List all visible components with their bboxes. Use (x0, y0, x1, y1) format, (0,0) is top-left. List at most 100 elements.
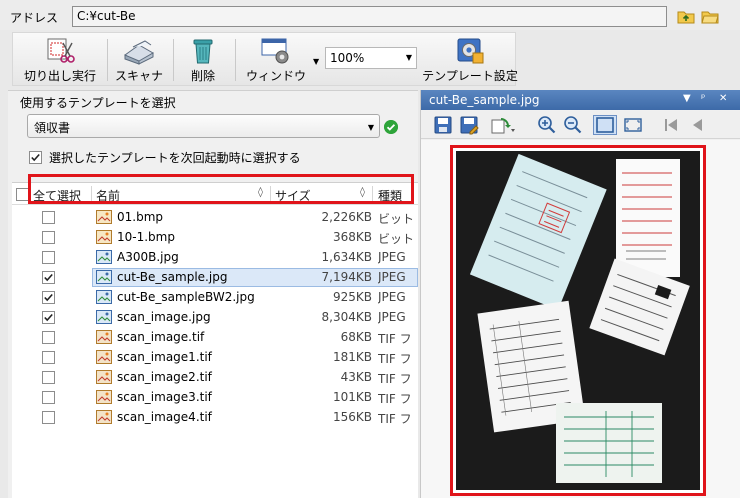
file-size: 2,226KB (321, 210, 372, 224)
file-row[interactable]: scan_image.tif 68KB TIF フ (12, 327, 418, 347)
previous-page-icon[interactable] (687, 115, 707, 135)
file-row-checkbox[interactable] (42, 211, 55, 224)
file-row[interactable]: scan_image.jpg 8,304KB JPEG (12, 307, 418, 327)
scanner-icon (124, 40, 154, 65)
file-row-checkbox[interactable] (42, 291, 55, 304)
file-row-checkbox[interactable] (42, 391, 55, 404)
file-row[interactable]: scan_image2.tif 43KB TIF フ (12, 367, 418, 387)
file-type: ビット (378, 212, 415, 226)
pin-icon[interactable]: ᵖ (701, 93, 705, 104)
fit-page-icon[interactable] (593, 115, 617, 135)
panel-menu-icon[interactable]: ▼ (683, 93, 691, 104)
save-icon[interactable] (433, 115, 453, 135)
template-group: 使用するテンプレートを選択 領収書 ▼ 選択したテンプレートを次回起動時に選択す… (8, 90, 418, 176)
file-type: JPEG (378, 290, 406, 304)
zoom-select[interactable]: 100% ▼ (325, 47, 417, 69)
preview-title-bar: cut-Be_sample.jpg ▼ ᵖ ✕ (421, 90, 740, 110)
file-name: cut-Be_sample.jpg (117, 270, 228, 284)
toolbar-divider (235, 39, 236, 81)
bmp-file-icon (96, 230, 112, 244)
remember-template-checkbox[interactable] (29, 151, 42, 164)
file-row[interactable]: 01.bmp 2,226KB ビット (12, 207, 418, 227)
file-size: 1,634KB (321, 250, 372, 264)
file-type: TIF フ (378, 352, 412, 366)
template-settings-icon (457, 38, 484, 64)
template-settings-button[interactable]: テンプレート設定 (422, 33, 518, 85)
first-page-icon[interactable] (661, 115, 681, 135)
bmp-file-icon (96, 210, 112, 224)
file-row[interactable]: A300B.jpg 1,634KB JPEG (12, 247, 418, 267)
file-row[interactable]: 10-1.bmp 368KB ビット (12, 227, 418, 247)
file-row[interactable]: cut-Be_sampleBW2.jpg 925KB JPEG (12, 287, 418, 307)
cut-scissors-icon (47, 38, 75, 63)
file-row[interactable]: scan_image1.tif 181KB TIF フ (12, 347, 418, 367)
file-size: 8,304KB (321, 310, 372, 324)
window-button[interactable]: ウィンドウ (241, 33, 311, 85)
scanner-label: スキャナ (114, 69, 163, 83)
file-size: 101KB (332, 390, 372, 404)
file-row[interactable]: scan_image4.tif 156KB TIF フ (12, 407, 418, 427)
file-type: TIF フ (378, 392, 412, 406)
file-row[interactable]: scan_image3.tif 101KB TIF フ (12, 387, 418, 407)
preview-panel: cut-Be_sample.jpg ▼ ᵖ ✕ (420, 90, 740, 498)
folder-up-icon[interactable] (677, 8, 695, 24)
file-type: ビット (378, 232, 415, 246)
file-row-checkbox[interactable] (42, 331, 55, 344)
jpeg-file-icon (96, 290, 112, 304)
file-type: TIF フ (378, 372, 412, 386)
file-name: cut-Be_sampleBW2.jpg (117, 290, 255, 304)
file-type: TIF フ (378, 412, 412, 426)
left-panel: 使用するテンプレートを選択 領収書 ▼ 選択したテンプレートを次回起動時に選択す… (8, 90, 418, 498)
file-row[interactable]: cut-Be_sample.jpg 7,194KB JPEG (12, 267, 418, 287)
zoom-out-icon[interactable] (563, 115, 583, 135)
fit-width-icon[interactable] (623, 115, 643, 135)
jpeg-file-icon (96, 250, 112, 264)
save-as-icon[interactable] (459, 115, 479, 135)
jpeg-file-icon (96, 310, 112, 324)
tif-file-icon (96, 370, 112, 384)
scanner-button[interactable]: スキャナ (111, 33, 167, 85)
file-type: TIF フ (378, 332, 412, 346)
cut-execute-label: 切り出し実行 (23, 69, 96, 83)
address-input[interactable]: C:¥cut-Be (72, 6, 667, 27)
file-list: 全て選択 名前 ◊ サイズ ◊ 種類 01.bmp 2,226KB ビット 10-1.… (12, 182, 418, 498)
file-row-checkbox[interactable] (42, 371, 55, 384)
file-size: 7,194KB (321, 270, 372, 284)
address-bar: アドレス C:¥cut-Be (0, 0, 740, 30)
template-settings-label: テンプレート設定 (422, 69, 518, 83)
zoom-in-icon[interactable] (537, 115, 557, 135)
file-row-checkbox[interactable] (42, 251, 55, 264)
preview-title: cut-Be_sample.jpg (429, 93, 540, 107)
file-row-checkbox[interactable] (42, 311, 55, 324)
file-name: scan_image3.tif (117, 390, 212, 404)
trash-icon (193, 39, 213, 64)
selected-row-highlight (28, 174, 414, 204)
file-name: scan_image4.tif (117, 410, 212, 424)
delete-button[interactable]: 削除 (179, 33, 227, 85)
file-name: scan_image2.tif (117, 370, 212, 384)
file-type: JPEG (378, 310, 406, 324)
file-row-checkbox[interactable] (42, 351, 55, 364)
file-name: A300B.jpg (117, 250, 179, 264)
rotate-icon[interactable] (489, 115, 515, 135)
file-size: 43KB (340, 370, 372, 384)
main-toolbar: 切り出し実行 スキャナ 削除 ウィンドウ ▼ 100% ▼ テンプレート設定 (12, 32, 518, 86)
zoom-value: 100% (330, 51, 365, 65)
window-label: ウィンドウ (245, 69, 306, 83)
file-row-checkbox[interactable] (42, 231, 55, 244)
tif-file-icon (96, 390, 112, 404)
cut-execute-button[interactable]: 切り出し実行 (19, 33, 101, 85)
file-size: 181KB (332, 350, 372, 364)
folder-open-icon[interactable] (701, 8, 719, 24)
file-row-checkbox[interactable] (42, 271, 55, 284)
chevron-down-icon: ▼ (405, 53, 412, 62)
template-select[interactable]: 領収書 ▼ (27, 114, 380, 138)
file-size: 68KB (340, 330, 372, 344)
delete-label: 削除 (190, 69, 215, 83)
file-row-checkbox[interactable] (42, 411, 55, 424)
file-name: scan_image1.tif (117, 350, 212, 364)
close-icon[interactable]: ✕ (719, 93, 727, 104)
window-dropdown-arrow-icon[interactable]: ▼ (313, 57, 319, 66)
template-selected-value: 領収書 (34, 121, 71, 135)
preview-toolbar (421, 111, 740, 139)
